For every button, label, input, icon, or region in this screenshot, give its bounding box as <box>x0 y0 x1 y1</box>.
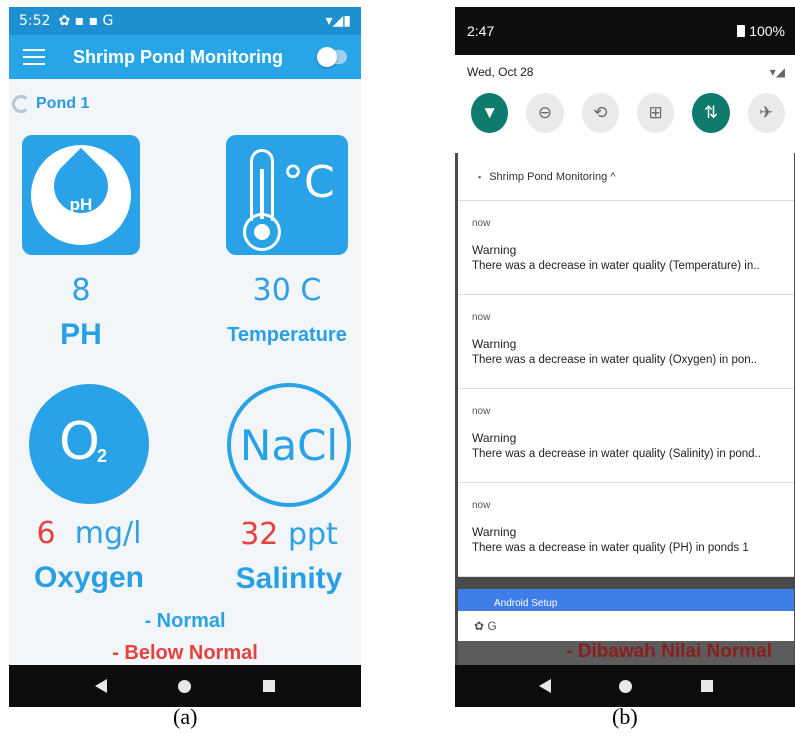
notification-time: now <box>472 500 491 511</box>
salinity-value: 32 ppt <box>240 517 338 552</box>
status-signal-icons: ▾◢▮ <box>325 13 352 29</box>
ph-value: 8 <box>71 273 91 308</box>
oxygen-value: 6 mg/l <box>36 516 142 551</box>
temperature-label: Temperature <box>227 324 347 346</box>
notification-time: now <box>472 406 491 417</box>
salinity-label: Salinity <box>235 562 343 595</box>
notification-item[interactable]: now Warning There was a decrease in water … <box>458 483 794 577</box>
menu-icon[interactable] <box>23 49 45 65</box>
notification-item[interactable]: now Warning There was a decrease in water … <box>458 295 794 389</box>
home-icon[interactable] <box>178 679 192 693</box>
home-icon[interactable] <box>619 679 633 693</box>
notification-title: Warning <box>472 431 517 445</box>
app-icon: ▪ <box>478 171 482 182</box>
nacl-icon: NaCl <box>227 383 351 507</box>
notification-title: Warning <box>472 243 517 257</box>
notification-app-name: Shrimp Pond Monitoring ^ <box>489 170 616 183</box>
wifi-icon[interactable]: ▼ <box>471 93 509 133</box>
notification-title: Warning <box>472 525 517 539</box>
toggle-switch[interactable] <box>317 47 347 67</box>
date-label: Wed, Oct 28 <box>467 65 534 79</box>
status-time: 2:47 <box>467 23 495 39</box>
auto-rotate-icon[interactable]: ⟲ <box>581 93 619 133</box>
notification-time: now <box>472 312 491 323</box>
data-icon[interactable]: ⇅ <box>692 93 730 133</box>
airplane-icon[interactable]: ✈ <box>747 93 785 133</box>
signal-icon: ▾◢ <box>769 65 785 79</box>
app-title: Shrimp Pond Monitoring <box>73 46 283 67</box>
recents-icon[interactable] <box>700 680 713 692</box>
caption-b: (b) <box>612 704 638 729</box>
quick-tiles: ▼ ⊖ ⟲ ⊞ ⇅ ✈ <box>467 93 785 133</box>
android-setup-banner[interactable]: Android Setup <box>458 589 794 611</box>
notification-item[interactable]: now Warning There was a decrease in water … <box>458 201 794 295</box>
nav-bar <box>9 665 361 707</box>
sensor-ph: pH 8 PH <box>9 135 161 352</box>
battery-level: 100% <box>749 23 785 39</box>
status-time: 5:52 <box>19 13 51 29</box>
temperature-value: 30 C <box>252 273 322 308</box>
ph-label: PH <box>60 318 102 351</box>
notification-message: There was a decrease in water quality (P… <box>472 542 749 554</box>
notification-title: Warning <box>472 337 517 351</box>
oxygen-icon: O 2 <box>29 384 149 504</box>
background-legend-text: - Dibawah Nilai Normal <box>458 641 794 665</box>
sensor-salinity: NaCl 32 ppt Salinity <box>209 383 361 596</box>
notification-message: There was a decrease in water quality (T… <box>472 260 760 272</box>
notification-message: There was a decrease in water quality (S… <box>472 448 761 460</box>
status-notification-icons: ✿ ▪ ▪ G <box>58 13 114 29</box>
legend-normal: - Normal <box>144 610 226 632</box>
back-icon[interactable] <box>539 679 552 693</box>
notification-message: There was a decrease in water quality (O… <box>472 354 758 366</box>
sensor-temperature: °C 30 C Temperature <box>212 135 361 347</box>
battery-indicator: 100% <box>737 23 785 39</box>
status-bar: 2:47 100% <box>455 7 795 55</box>
thermometer-icon: °C <box>226 135 348 255</box>
sensor-oxygen: O 2 6 mg/l Oxygen <box>9 384 169 595</box>
nav-bar <box>455 665 795 707</box>
caption-a: (a) <box>173 704 198 729</box>
notification-item[interactable]: now Warning There was a decrease in water … <box>458 389 794 483</box>
oxygen-label: Oxygen <box>33 561 145 594</box>
app-bar: Shrimp Pond Monitoring <box>9 35 361 79</box>
legend-below-normal: - Below Normal <box>112 642 258 664</box>
back-icon[interactable] <box>94 679 107 693</box>
notification-time: now <box>472 218 491 229</box>
battery-saver-icon[interactable]: ⊞ <box>636 93 675 133</box>
notification-app-header[interactable]: ▪ Shrimp Pond Monitoring ^ <box>458 153 794 201</box>
status-bar: 5:52 ✿ ▪ ▪ G ▾◢▮ <box>9 7 361 35</box>
notification-panel: ▪ Shrimp Pond Monitoring ^ now Warning The… <box>458 153 794 577</box>
phone-screen-a: 5:52 ✿ ▪ ▪ G ▾◢▮ Shrimp Pond Monitoring … <box>9 7 361 707</box>
setup-icons: ✿ G <box>458 611 794 641</box>
pond-label: Pond 1 <box>36 95 90 112</box>
quick-settings: Wed, Oct 28 ▾◢ ▼ ⊖ ⟲ ⊞ ⇅ ✈ <box>455 55 795 153</box>
ph-icon: pH <box>22 135 140 255</box>
phone-screen-b: 2:47 100% Wed, Oct 28 ▾◢ ▼ ⊖ ⟲ ⊞ ⇅ ✈ ▪ Shrimp… <box>455 7 795 707</box>
battery-icon <box>737 25 746 37</box>
pond-selector[interactable]: Pond 1 <box>9 79 361 119</box>
recents-icon[interactable] <box>263 680 276 692</box>
dnd-icon[interactable]: ⊖ <box>526 93 564 133</box>
shrimp-icon <box>12 95 30 113</box>
